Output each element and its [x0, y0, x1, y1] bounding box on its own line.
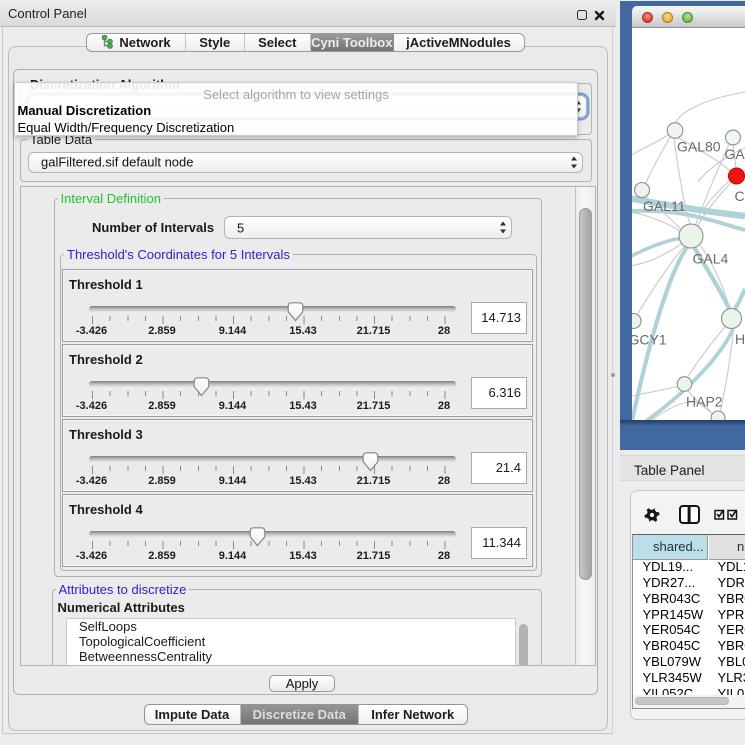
svg-text:GAL: GAL — [725, 146, 745, 162]
svg-text:GAL4: GAL4 — [693, 251, 729, 267]
svg-text:C: C — [735, 188, 745, 204]
svg-text:H: H — [735, 331, 745, 347]
svg-text:HAP2: HAP2 — [686, 394, 723, 410]
svg-text:GAL11: GAL11 — [643, 198, 686, 214]
svg-text:GCY1: GCY1 — [632, 332, 667, 348]
svg-text:GAL80: GAL80 — [677, 139, 721, 155]
